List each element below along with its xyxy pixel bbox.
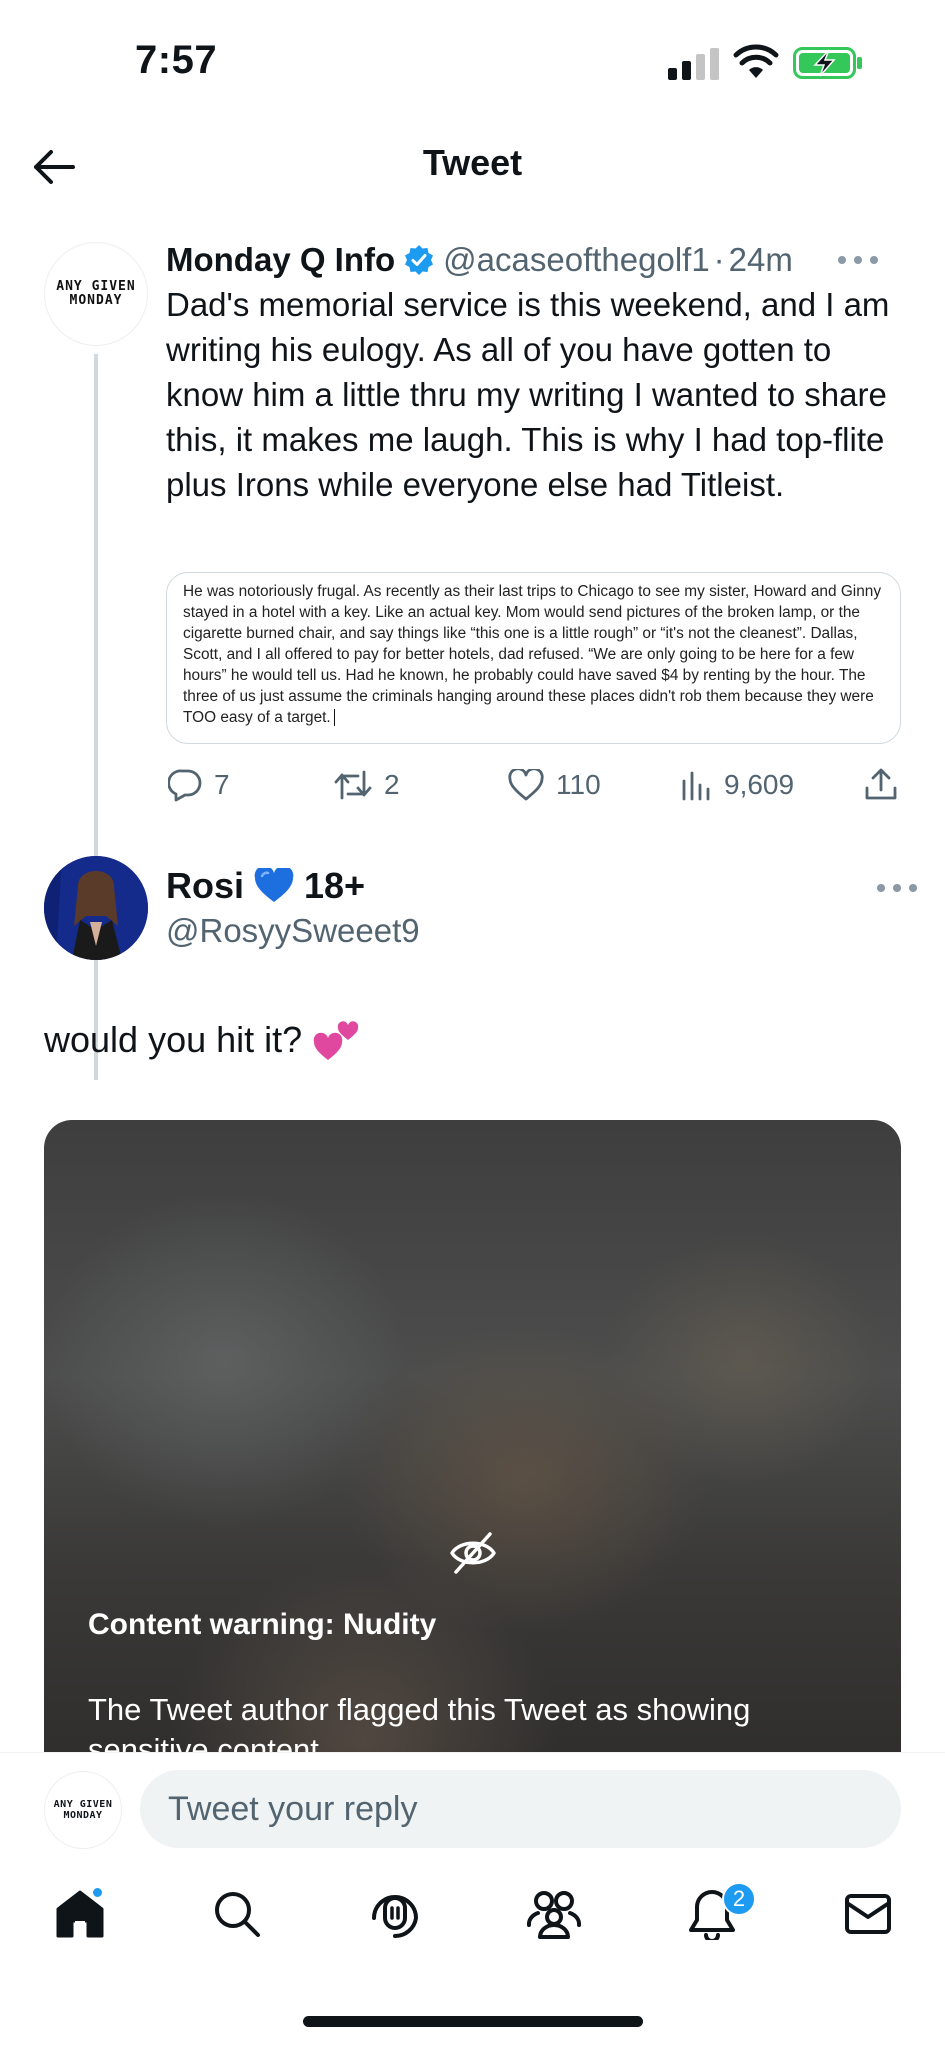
attached-image-text[interactable]: He was notoriously frugal. As recently a… bbox=[166, 572, 901, 744]
views-chart-icon bbox=[682, 771, 710, 801]
more-options-button[interactable] bbox=[838, 250, 878, 270]
content-warning-title: Content warning: Nudity bbox=[88, 1608, 437, 1641]
avatar-text: ANY GIVEN bbox=[56, 279, 136, 294]
messages-icon bbox=[845, 1894, 891, 1934]
retweet-icon bbox=[334, 770, 372, 800]
reply-bar: ANY GIVEN MONDAY Tweet your reply bbox=[0, 1752, 945, 1864]
tab-bar: 2 bbox=[0, 1864, 945, 1984]
retweet-button[interactable]: 2 bbox=[334, 760, 400, 810]
notifications-badge: 2 bbox=[722, 1882, 756, 1916]
heart-icon bbox=[508, 769, 544, 801]
avatar[interactable] bbox=[44, 856, 148, 960]
views-button[interactable]: 9,609 bbox=[680, 760, 794, 810]
like-count: 110 bbox=[556, 769, 601, 800]
image-text: He was notoriously frugal. As recently a… bbox=[183, 583, 882, 726]
tab-messages[interactable] bbox=[838, 1884, 898, 1944]
reply-input[interactable]: Tweet your reply bbox=[140, 1770, 901, 1848]
spaces-icon bbox=[372, 1895, 419, 1939]
reply-button[interactable]: 7 bbox=[168, 760, 230, 810]
avatar-text: MONDAY bbox=[69, 293, 123, 308]
thread-line bbox=[94, 354, 98, 1080]
tweet-text: Dad's memorial service is this weekend, … bbox=[166, 286, 890, 503]
age-badge: 18+ bbox=[304, 865, 366, 906]
reply-icon bbox=[168, 769, 202, 802]
home-indicator[interactable] bbox=[303, 2016, 643, 2027]
battery-charging-icon bbox=[793, 47, 862, 79]
avatar-photo bbox=[44, 856, 148, 960]
retweet-count: 2 bbox=[384, 769, 400, 800]
timestamp[interactable]: 24m bbox=[729, 241, 793, 279]
eye-slash-icon[interactable] bbox=[448, 1530, 498, 1576]
avatar[interactable]: ANY GIVEN MONDAY bbox=[44, 242, 148, 346]
two-hearts-icon bbox=[313, 1021, 359, 1060]
sensitive-media[interactable]: Content warning: Nudity The Tweet author… bbox=[44, 1120, 901, 1760]
share-button[interactable] bbox=[864, 760, 910, 810]
tweet-text-row: would you hit it? bbox=[44, 1018, 360, 1062]
like-button[interactable]: 110 bbox=[508, 760, 601, 810]
header: Tweet bbox=[0, 120, 945, 212]
tab-spaces[interactable] bbox=[365, 1884, 425, 1944]
content-warning-description: The Tweet author flagged this Tweet as s… bbox=[88, 1692, 751, 1760]
author-name-row: Rosi 18+ bbox=[166, 862, 365, 910]
tweet-text: would you hit it? bbox=[44, 1019, 303, 1060]
author-handle[interactable]: @RosyySweeet9 bbox=[166, 912, 420, 950]
tab-search[interactable] bbox=[207, 1884, 267, 1944]
home-notification-dot bbox=[91, 1886, 104, 1899]
blue-heart-icon bbox=[254, 868, 294, 902]
verified-badge-icon bbox=[405, 245, 434, 275]
author-name[interactable]: Monday Q Info bbox=[166, 241, 395, 279]
status-bar: 7:57 bbox=[0, 0, 945, 120]
status-time: 7:57 bbox=[135, 38, 218, 82]
current-user-avatar[interactable]: ANY GIVEN MONDAY bbox=[44, 1771, 122, 1849]
share-icon bbox=[865, 768, 897, 800]
search-icon bbox=[215, 1892, 260, 1937]
reply-count: 7 bbox=[214, 769, 230, 800]
author-name[interactable]: Rosi bbox=[166, 865, 244, 907]
tweet-actions: 7 2 110 9,609 bbox=[166, 760, 906, 810]
avatar-text: MONDAY bbox=[63, 1810, 103, 1821]
tab-communities[interactable] bbox=[524, 1884, 584, 1944]
page-title: Tweet bbox=[422, 142, 523, 183]
tweet-header: Monday Q Info @acaseofthegolf1 · 24m bbox=[166, 238, 906, 282]
separator-dot: · bbox=[713, 241, 725, 278]
more-options-button[interactable] bbox=[877, 878, 917, 898]
communities-icon bbox=[526, 1891, 582, 1939]
cellular-signal-icon bbox=[668, 48, 719, 80]
view-count: 9,609 bbox=[724, 769, 795, 800]
avatar-text: ANY GIVEN bbox=[53, 1799, 113, 1810]
wifi-icon bbox=[733, 44, 779, 78]
author-handle[interactable]: @acaseofthegolf1 bbox=[443, 241, 710, 279]
